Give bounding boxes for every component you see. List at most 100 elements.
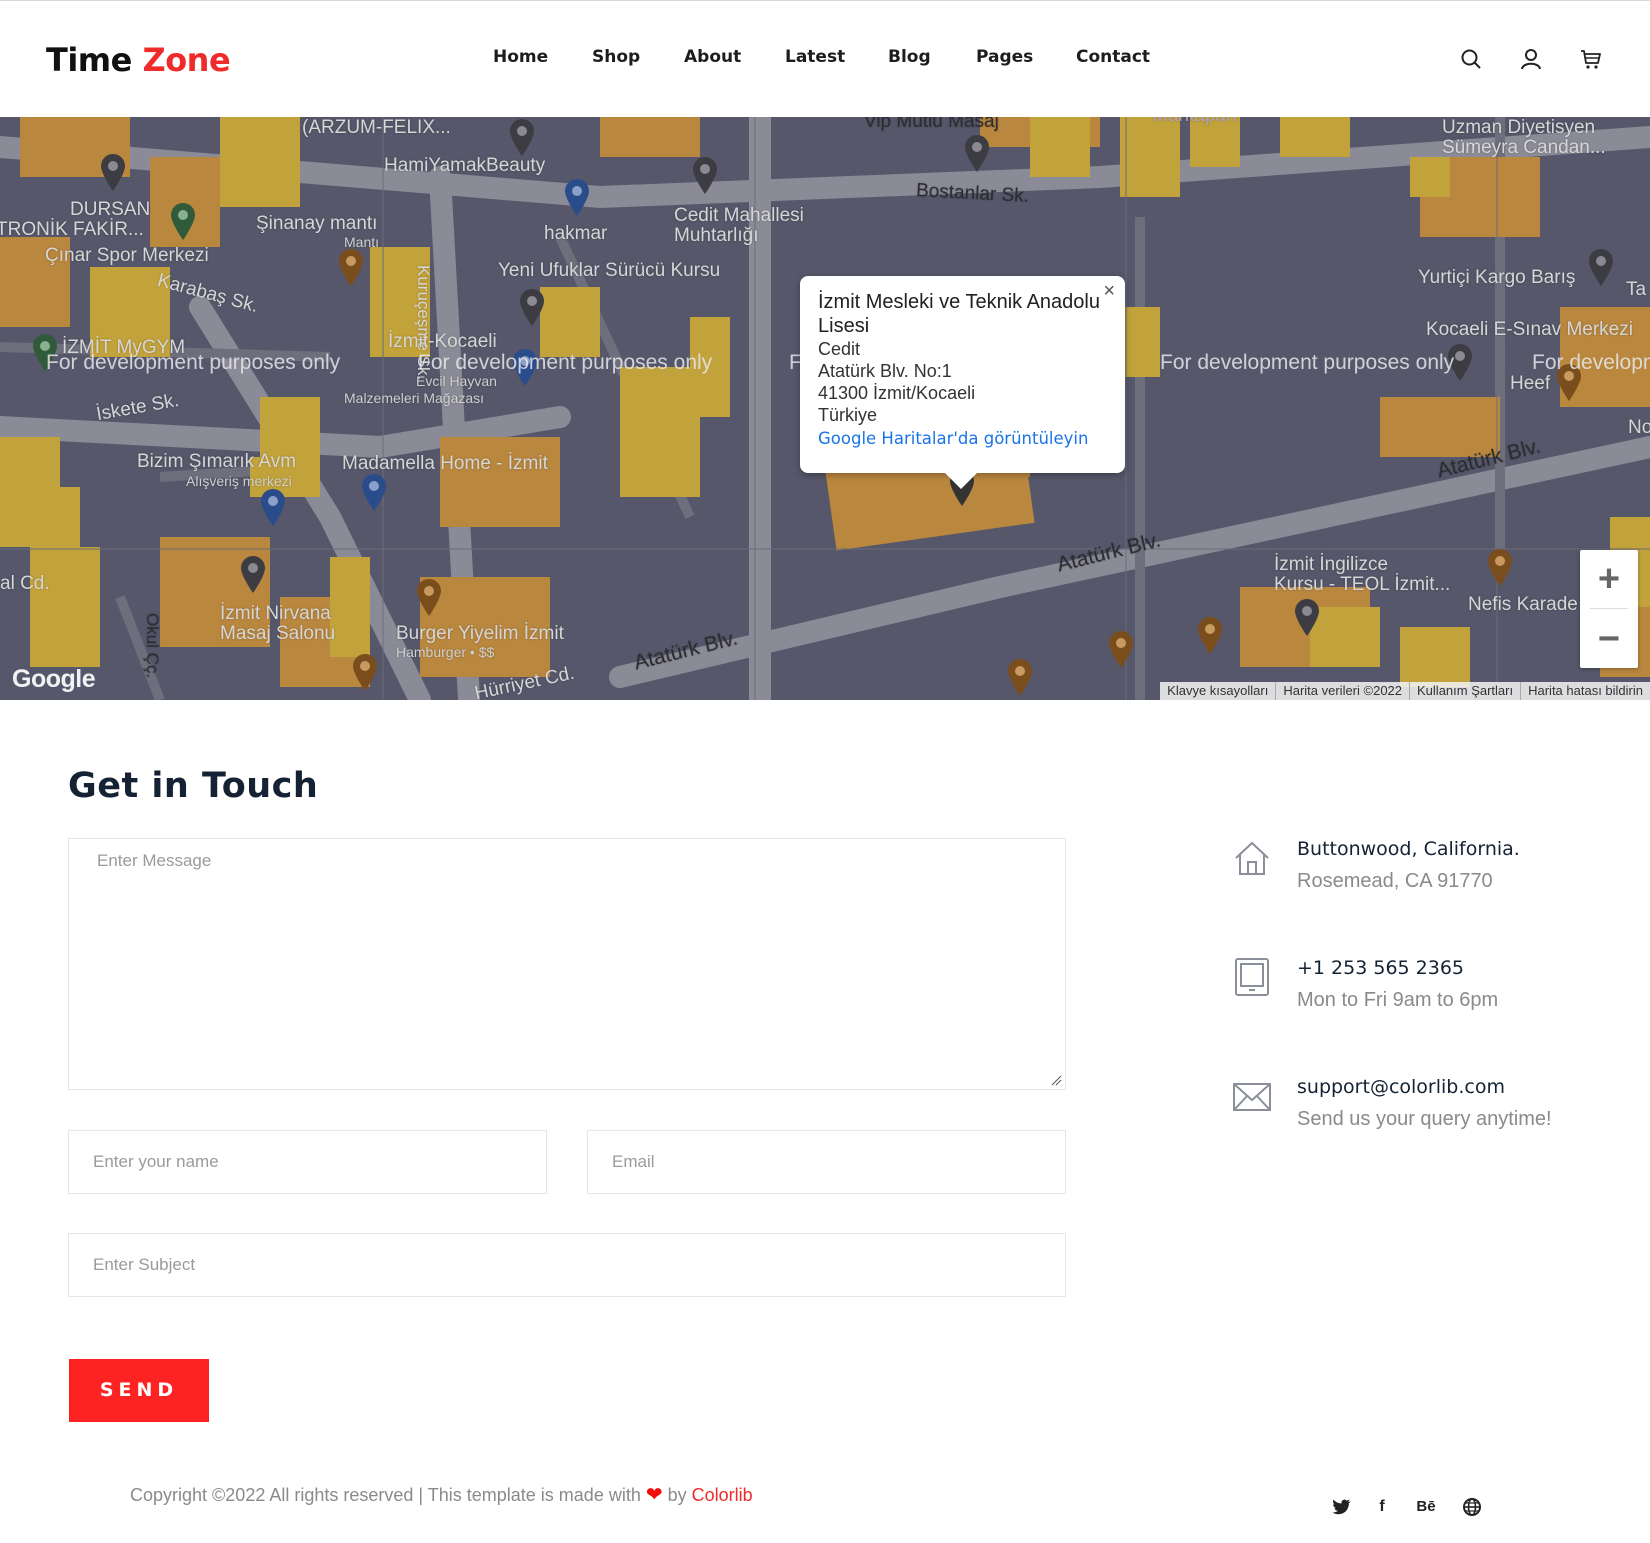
info-window-address-line: Cedit (818, 339, 861, 359)
map-pin-icon[interactable] (1586, 247, 1616, 287)
map-label: Heef (1510, 373, 1551, 394)
behance-icon[interactable]: Bē (1413, 1496, 1439, 1518)
map-label: Madamella Home - İzmit (342, 453, 548, 474)
government-pin-icon[interactable] (690, 155, 720, 195)
globe-icon[interactable] (1461, 1496, 1483, 1518)
twitter-icon[interactable] (1331, 1496, 1353, 1518)
name-input[interactable] (69, 1131, 546, 1193)
restaurant-pin-icon[interactable] (350, 652, 380, 692)
map-label: Evcil Hayvan (416, 373, 497, 389)
google-map[interactable]: (ARZUM-FELIX... HamiYamakBeauty Vip Mutl… (0, 117, 1650, 700)
nav-latest[interactable]: Latest (785, 47, 845, 67)
nav-contact[interactable]: Contact (1076, 47, 1150, 67)
map-label: HamiYamakBeauty (384, 155, 546, 176)
map-label: Malzemeleri Mağazası (344, 390, 485, 406)
map-label: Yeni Ufuklar Sürücü Kursu (498, 260, 721, 281)
map-label: Kursu - TEOL İzmit... (1274, 574, 1451, 595)
email-icon (1233, 1083, 1271, 1111)
map-label: Sümeyra Candan... (1442, 137, 1606, 158)
phone-hours: Mon to Fri 9am to 6pm (1297, 989, 1499, 1011)
address-title: Buttonwood, California. (1297, 838, 1520, 860)
main-nav: Home Shop About Latest Blog Pages Contac… (0, 47, 1650, 71)
view-in-google-maps-link[interactable]: Google Haritalar'da görüntüleyin (818, 427, 1107, 451)
email-field[interactable] (587, 1130, 1066, 1194)
map-label: Nefis Karade (1468, 594, 1578, 615)
map-label: Markapart (1152, 117, 1238, 127)
report-error-link[interactable]: Harita hatası bildirin (1520, 682, 1650, 700)
user-icon[interactable] (1520, 48, 1542, 70)
copyright-text: Copyright ©2022 All rights reserved | Th… (130, 1485, 646, 1505)
map-label: Cedit Mahallesi (674, 205, 804, 226)
map-label: (ARZUM-FELIX... (302, 117, 451, 138)
map-watermark: For development purposes only (1160, 351, 1455, 374)
close-icon[interactable]: × (1103, 280, 1115, 303)
map-label: hakmar (544, 223, 608, 244)
map-label: Kocaeli E-Sınav Merkezi (1426, 319, 1633, 340)
shopping-cart-pin-icon[interactable] (562, 177, 592, 217)
name-field[interactable] (68, 1130, 547, 1194)
map-label: İzmit Nirvana (220, 603, 331, 624)
subject-input[interactable] (69, 1234, 1065, 1296)
info-window-address-line: Atatürk Blv. No:1 (818, 361, 952, 381)
nav-home[interactable]: Home (493, 47, 548, 67)
nav-pages[interactable]: Pages (976, 47, 1033, 67)
facebook-icon[interactable]: f (1371, 1496, 1393, 1518)
nav-shop[interactable]: Shop (592, 47, 640, 67)
restaurant-pin-icon[interactable] (336, 247, 366, 287)
subject-field[interactable] (68, 1233, 1066, 1297)
search-icon[interactable] (1460, 48, 1482, 70)
google-logo[interactable]: Google (12, 665, 96, 694)
map-label: Mantı (344, 234, 380, 250)
map-info-window: × İzmit Mesleki ve Teknik Anadolu Lisesi… (800, 276, 1125, 489)
zoom-out-button[interactable]: − (1580, 610, 1638, 668)
map-label: Bizim Şımarık Avm (137, 451, 297, 472)
message-textarea[interactable] (69, 839, 1065, 1089)
map-pin-icon[interactable] (98, 152, 128, 192)
send-button[interactable]: SEND (69, 1359, 209, 1422)
map-label: İzmit İngilizce (1274, 554, 1389, 575)
copyright-by: by (662, 1485, 692, 1505)
terms-link[interactable]: Kullanım Şartları (1409, 682, 1520, 700)
restaurant-pin-icon[interactable] (1005, 657, 1035, 697)
map-pin-icon[interactable] (238, 554, 268, 594)
zoom-control: + − (1580, 550, 1638, 668)
map-pin-icon[interactable] (168, 201, 198, 241)
map-pin-icon[interactable] (507, 117, 537, 157)
restaurant-pin-icon[interactable] (1195, 615, 1225, 655)
map-pin-icon[interactable] (962, 133, 992, 173)
map-label: Burger Yiyelim İzmit (396, 623, 564, 644)
map-label: Şinanay mantı (256, 213, 378, 234)
info-window-title: İzmit Mesleki ve Teknik Anadolu Lisesi (818, 291, 1100, 337)
map-pin-icon[interactable] (517, 287, 547, 327)
shopping-pin-icon[interactable] (258, 487, 288, 527)
email-input[interactable] (588, 1131, 1065, 1193)
zoom-in-button[interactable]: + (1580, 550, 1638, 608)
map-watermark: For development purposes only (1532, 351, 1650, 374)
site-header: Time Zone Home Shop About Latest Blog Pa… (0, 0, 1650, 117)
info-window-address-line: 41300 İzmit/Kocaeli (818, 383, 976, 403)
shopping-pin-icon[interactable] (359, 472, 389, 512)
map-pin-icon[interactable] (1292, 597, 1322, 637)
message-field[interactable] (68, 838, 1066, 1090)
restaurant-pin-icon[interactable] (1485, 547, 1515, 587)
map-label: Okul Çç. (143, 613, 162, 679)
map-label: Masaj Salonu (220, 623, 336, 644)
cart-icon[interactable] (1580, 48, 1602, 70)
restaurant-pin-icon[interactable] (1106, 629, 1136, 669)
resize-handle-icon[interactable] (1050, 1074, 1062, 1086)
map-label: No (1628, 417, 1650, 438)
nav-about[interactable]: About (684, 47, 741, 67)
map-label: Çınar Spor Merkezi (45, 245, 209, 266)
info-window-address-line: Türkiye (818, 405, 878, 425)
tablet-icon (1235, 958, 1269, 996)
map-label: Yurtiçi Kargo Barış (1418, 267, 1576, 288)
nav-blog[interactable]: Blog (888, 47, 931, 67)
section-title: Get in Touch (68, 766, 319, 806)
colorlib-link[interactable]: Colorlib (692, 1485, 753, 1505)
restaurant-pin-icon[interactable] (414, 577, 444, 617)
phone-number[interactable]: +1 253 565 2365 (1297, 957, 1464, 979)
map-label: al Cd. (0, 573, 50, 594)
keyboard-shortcuts-link[interactable]: Klavye kısayolları (1160, 682, 1275, 700)
map-label: DURSAN (70, 199, 151, 220)
email-address[interactable]: support@colorlib.com (1297, 1076, 1505, 1098)
